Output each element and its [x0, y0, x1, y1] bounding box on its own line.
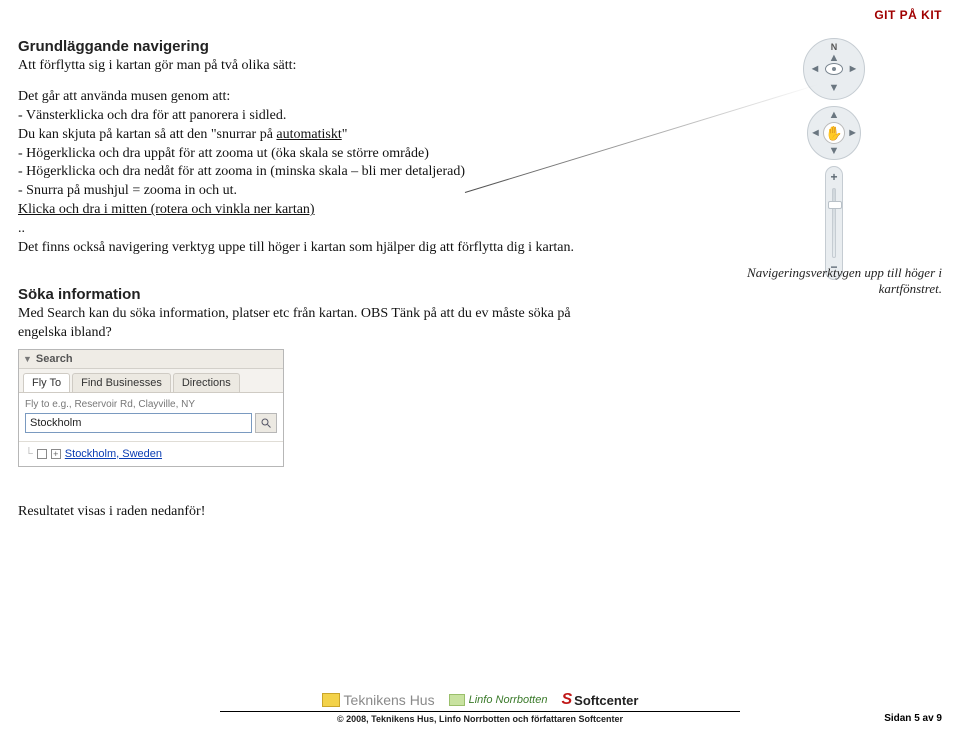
search-panel-header[interactable]: ▼ Search	[19, 350, 283, 369]
bullet-auto: Du kan skjuta på kartan så att den "snur…	[18, 126, 618, 145]
page-number: Sidan 5 av 9	[884, 713, 942, 724]
search-result-row: └ + Stockholm, Sweden	[19, 441, 283, 466]
zoom-control: + −	[825, 166, 843, 280]
header-doc-title: GIT PÅ KIT	[874, 8, 942, 22]
look-left-button[interactable]: ◄	[808, 62, 822, 76]
mouse-lead: Det går att använda musen genom att:	[18, 88, 618, 107]
eye-icon[interactable]	[825, 63, 843, 75]
auto-pre: Du kan skjuta på kartan så att den "snur…	[18, 127, 276, 142]
auto-word: automatiskt	[276, 127, 341, 142]
zoom-slider-handle[interactable]	[828, 201, 842, 209]
search-tabs: Fly To Find Businesses Directions	[19, 369, 283, 393]
pan-right-button[interactable]: ►	[847, 127, 858, 139]
nav-caption: Navigeringsverktygen upp till höger i ka…	[682, 265, 942, 297]
auto-post: "	[342, 127, 348, 142]
bullet-wheel: - Snurra på mushjul = zooma in och ut.	[18, 182, 618, 201]
bullet-pan: - Vänsterklicka och dra för att panorera…	[18, 107, 618, 126]
bullet-zoomout: - Högerklicka och dra uppåt för att zoom…	[18, 145, 618, 164]
pan-hand-icon[interactable]: ✋	[823, 122, 845, 144]
pan-up-button[interactable]: ▲	[829, 109, 840, 121]
logo-teknikens-hus: Teknikens Hus	[322, 692, 435, 708]
search-text: Med Search kan du söka information, plat…	[18, 305, 618, 343]
flyto-input[interactable]	[25, 413, 252, 433]
result-link[interactable]: Stockholm, Sweden	[65, 448, 162, 460]
result-expand-icon[interactable]: +	[51, 449, 61, 459]
section-navigation-title: Grundläggande navigering	[18, 38, 618, 55]
logo-linfo: Linfo Norrbotten	[449, 694, 548, 706]
tab-fly-to[interactable]: Fly To	[23, 373, 70, 392]
section-search-title: Söka information	[18, 286, 618, 303]
look-compass: N ▲ ▼ ◄ ►	[803, 38, 865, 100]
zoom-track[interactable]	[832, 188, 836, 258]
tools-note: Det finns också navigering verktyg uppe …	[18, 239, 618, 258]
look-right-button[interactable]: ►	[846, 62, 860, 76]
search-go-button[interactable]	[255, 413, 277, 433]
search-panel-title: Search	[36, 353, 73, 365]
magnifier-icon	[260, 417, 272, 429]
tab-find-businesses[interactable]: Find Businesses	[72, 373, 171, 392]
result-note: Resultatet visas i raden nedanför!	[18, 503, 618, 522]
pan-joystick: ▲ ▼ ◄ ► ✋	[807, 106, 861, 160]
tab-directions[interactable]: Directions	[173, 373, 240, 392]
search-panel: ▼ Search Fly To Find Businesses Directio…	[18, 349, 284, 467]
tree-line: └	[25, 448, 33, 460]
copyright: © 2008, Teknikens Hus, Linfo Norrbotten …	[18, 714, 942, 724]
nav-intro: Att förflytta sig i kartan gör man på tv…	[18, 57, 618, 76]
collapse-triangle-icon[interactable]: ▼	[23, 354, 32, 364]
flyto-hint-label: Fly to e.g., Reservoir Rd, Clayville, NY	[25, 399, 277, 410]
logo-softcenter: SSoftcenter	[561, 691, 638, 709]
pan-down-button[interactable]: ▼	[829, 145, 840, 157]
page-footer: Teknikens Hus Linfo Norrbotten SSoftcent…	[0, 691, 960, 724]
result-checkbox[interactable]	[37, 449, 47, 459]
look-down-button[interactable]: ▼	[827, 81, 841, 95]
dots: ..	[18, 220, 618, 239]
map-nav-widget: N ▲ ▼ ◄ ► ▲ ▼ ◄ ► ✋ + −	[803, 38, 865, 280]
pan-left-button[interactable]: ◄	[810, 127, 821, 139]
bullet-rotate: Klicka och dra i mitten (rotera och vink…	[18, 201, 618, 220]
zoom-in-button[interactable]: +	[827, 171, 841, 185]
